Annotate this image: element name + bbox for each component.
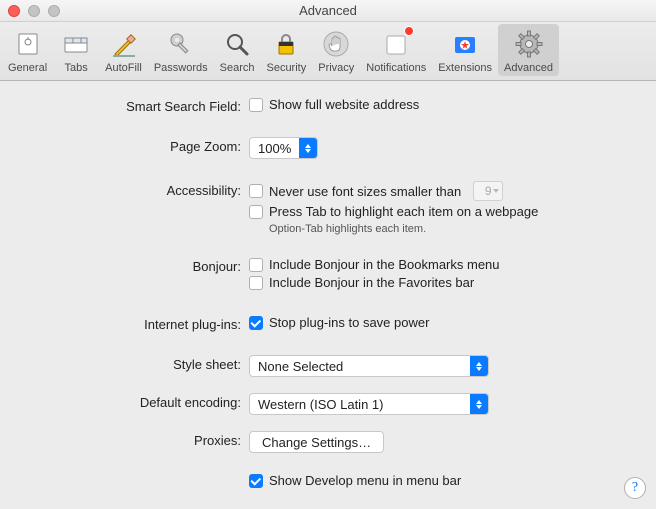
help-button[interactable]: ? [624,477,646,499]
tab-search[interactable]: Search [214,24,261,76]
checkbox-label: Show Develop menu in menu bar [269,473,461,488]
checkbox-press-tab[interactable] [249,205,263,219]
label-page-zoom: Page Zoom: [24,137,249,154]
advanced-pane: Smart Search Field: Show full website ad… [0,81,656,503]
checkbox-show-develop[interactable] [249,474,263,488]
button-change-settings[interactable]: Change Settings… [249,431,384,453]
search-icon [221,28,253,60]
tab-tabs[interactable]: Tabs [53,24,99,76]
numbox-value: 9 [485,184,492,198]
checkbox-label: Stop plug-ins to save power [269,315,429,330]
hint-option-tab: Option-Tab highlights each item. [269,223,426,235]
preferences-toolbar: General Tabs AutoFill Passwords Search S… [0,22,656,81]
checkbox-label: Include Bonjour in the Favorites bar [269,275,474,290]
checkbox-label: Show full website address [269,97,419,112]
general-icon [12,28,44,60]
checkbox-bonjour-favorites[interactable] [249,276,263,290]
select-encoding[interactable]: Western (ISO Latin 1) [249,393,489,415]
tabs-icon [60,28,92,60]
label-proxies: Proxies: [24,431,249,448]
window-title: Advanced [0,3,656,18]
label-accessibility: Accessibility: [24,181,249,198]
close-button[interactable] [8,5,20,17]
label-plugins: Internet plug-ins: [24,315,249,332]
checkbox-show-full-url[interactable] [249,98,263,112]
tab-notifications[interactable]: Notifications [360,24,432,76]
tab-passwords[interactable]: Passwords [148,24,214,76]
notification-badge [404,26,414,36]
tab-label: AutoFill [105,62,142,74]
tab-general[interactable]: General [2,24,53,76]
select-value: None Selected [250,359,351,374]
tab-label: Passwords [154,62,208,74]
gear-icon [513,28,545,60]
lock-icon [270,28,302,60]
stepper-arrows-icon [470,356,488,376]
window-controls [8,5,60,17]
tab-label: Advanced [504,62,553,74]
tab-label: Tabs [65,62,88,74]
key-icon [165,28,197,60]
checkbox-label: Press Tab to highlight each item on a we… [269,204,538,219]
stepper-arrows-icon [299,138,317,158]
checkbox-stop-plugins[interactable] [249,316,263,330]
checkbox-bonjour-bookmarks[interactable] [249,258,263,272]
label-stylesheet: Style sheet: [24,355,249,372]
tab-label: Notifications [366,62,426,74]
checkbox-label: Never use font sizes smaller than [269,184,461,199]
notifications-icon [380,28,412,60]
stepper-arrows-icon [470,394,488,414]
checkbox-label: Include Bonjour in the Bookmarks menu [269,257,500,272]
autofill-icon [107,28,139,60]
select-page-zoom[interactable]: 100% [249,137,318,159]
tab-advanced[interactable]: Advanced [498,24,559,76]
tab-extensions[interactable]: Extensions [432,24,498,76]
zoom-button[interactable] [48,5,60,17]
label-bonjour: Bonjour: [24,257,249,274]
tab-label: Privacy [318,62,354,74]
tab-privacy[interactable]: Privacy [312,24,360,76]
select-value: Western (ISO Latin 1) [250,397,391,412]
extensions-icon [449,28,481,60]
label-smart-search: Smart Search Field: [24,97,249,114]
checkbox-min-font-size[interactable] [249,184,263,198]
minimize-button[interactable] [28,5,40,17]
select-value: 100% [250,141,299,156]
tab-autofill[interactable]: AutoFill [99,24,148,76]
select-stylesheet[interactable]: None Selected [249,355,489,377]
chevron-down-icon [493,189,499,193]
help-icon: ? [632,480,638,496]
tab-security[interactable]: Security [260,24,312,76]
tab-label: General [8,62,47,74]
button-label: Change Settings… [262,435,371,450]
tab-label: Search [220,62,255,74]
titlebar: Advanced [0,0,656,22]
tab-label: Extensions [438,62,492,74]
min-font-size-field[interactable]: 9 [473,181,503,201]
tab-label: Security [266,62,306,74]
hand-icon [320,28,352,60]
label-encoding: Default encoding: [24,393,249,410]
